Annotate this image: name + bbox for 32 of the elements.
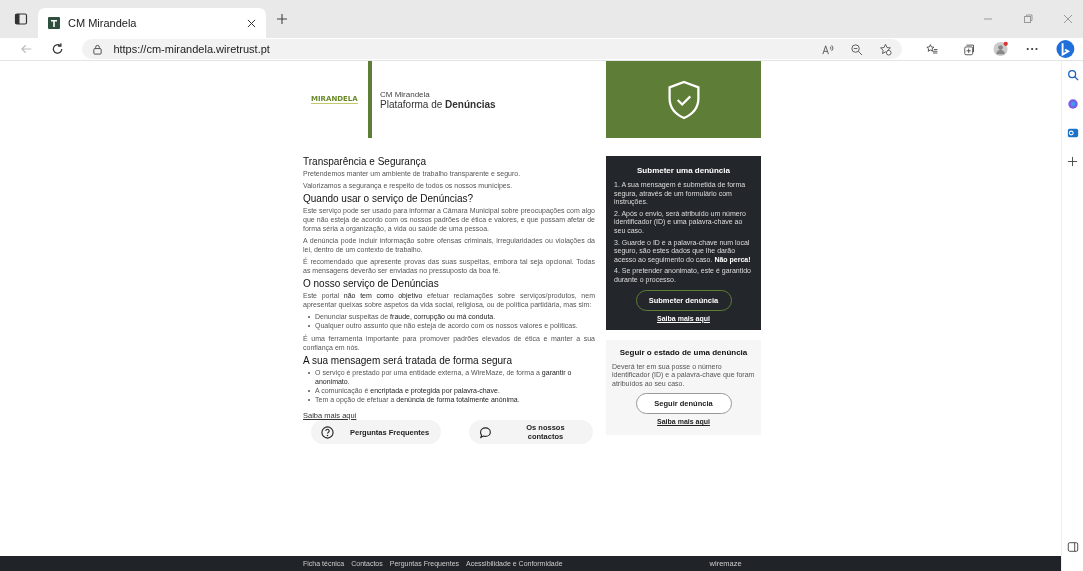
new-tab-icon[interactable]: [276, 13, 288, 25]
tab-title: CM Mirandela: [68, 17, 138, 29]
section-heading: Transparência e Segurança: [303, 156, 428, 167]
favorites-icon[interactable]: [926, 42, 939, 56]
more-icon[interactable]: [1025, 47, 1039, 51]
site-favicon: [48, 17, 60, 29]
read-aloud-icon[interactable]: [821, 42, 835, 56]
question-icon: [321, 425, 334, 439]
profile-avatar-icon[interactable]: [992, 41, 1008, 57]
tab-actions-icon[interactable]: [14, 12, 28, 26]
section-heading: Quando usar o serviço de Denúncias?: [303, 193, 475, 204]
section-heading: O nosso serviço de Denúncias: [303, 278, 440, 289]
shield-check-icon: [665, 79, 702, 120]
browser-tab[interactable]: CM Mirandela: [38, 8, 266, 38]
collections-icon[interactable]: [962, 42, 975, 56]
platform-title: Plataforma de Denúncias: [380, 98, 496, 110]
card-title: Submeter uma denúncia: [637, 166, 730, 175]
card-title: Seguir o estado de uma denúncia: [619, 347, 748, 357]
shapes-icon[interactable]: [1066, 98, 1079, 110]
close-icon[interactable]: [247, 18, 256, 28]
zoom-icon[interactable]: [850, 42, 864, 56]
refresh-icon[interactable]: [51, 42, 65, 56]
address-field[interactable]: https://cm-mirandela.wiretrust.pt: [82, 39, 903, 59]
sidebar-toggle-icon[interactable]: [1066, 541, 1079, 553]
chat-bubble-icon: [479, 425, 492, 439]
lock-icon: [92, 43, 104, 55]
search-icon[interactable]: [1066, 69, 1079, 81]
section-heading: A sua mensagem será tratada de forma segura: [303, 355, 513, 366]
organization-name: CM Mirandela: [380, 89, 431, 99]
add-icon[interactable]: [1067, 156, 1078, 167]
mail-icon[interactable]: [1066, 127, 1079, 139]
favorite-add-icon[interactable]: [879, 42, 893, 56]
